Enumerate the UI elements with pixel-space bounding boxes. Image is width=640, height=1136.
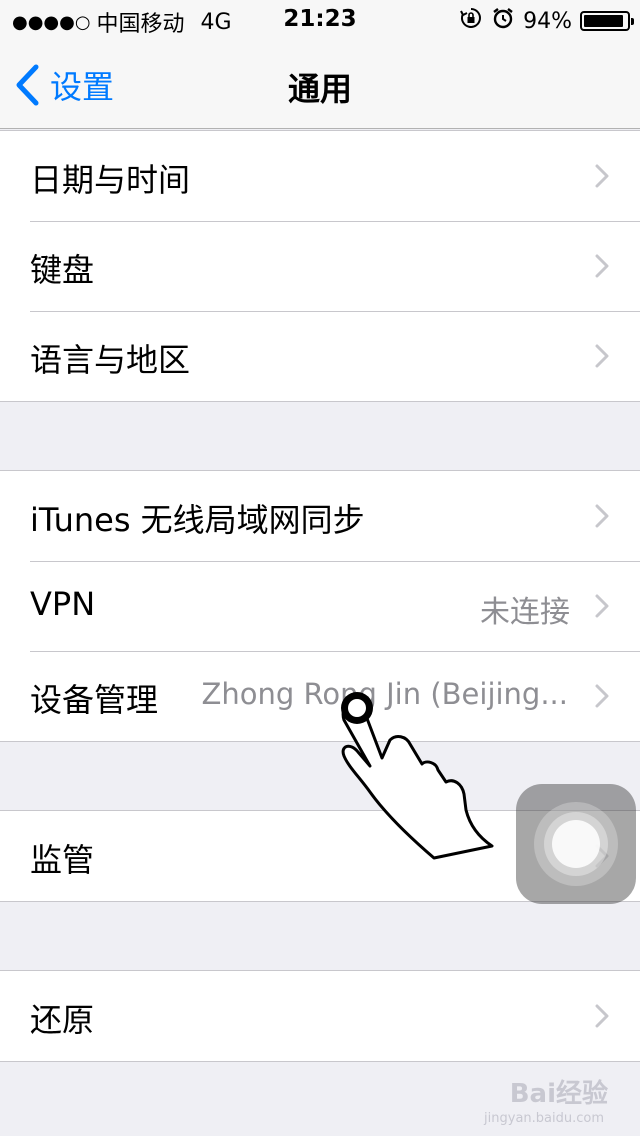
watermark-url: jingyan.baidu.com bbox=[484, 1111, 604, 1126]
row-keyboard[interactable]: 键盘 bbox=[0, 221, 640, 311]
battery-level-fill bbox=[584, 15, 624, 27]
chevron-right-icon bbox=[595, 594, 609, 618]
alarm-icon bbox=[491, 6, 515, 36]
hand-pointer-icon bbox=[330, 680, 500, 864]
navigation-bar: 设置 通用 bbox=[0, 40, 640, 129]
row-label: 设备管理 bbox=[30, 681, 159, 719]
row-label: 语言与地区 bbox=[30, 341, 191, 379]
chevron-right-icon bbox=[595, 254, 609, 278]
row-label: 日期与时间 bbox=[30, 161, 191, 199]
chevron-right-icon bbox=[595, 684, 609, 708]
assistive-touch-icon[interactable] bbox=[516, 784, 636, 904]
row-label: VPN bbox=[30, 585, 96, 623]
row-device-management[interactable]: 设备管理 Zhong Rong Jin (Beijing... bbox=[0, 651, 640, 741]
assistive-ring-inner bbox=[552, 820, 600, 868]
row-label: 监管 bbox=[30, 841, 95, 879]
chevron-right-icon bbox=[595, 504, 609, 528]
row-date-time[interactable]: 日期与时间 bbox=[0, 131, 640, 221]
row-language-region[interactable]: 语言与地区 bbox=[0, 311, 640, 401]
row-vpn[interactable]: VPN 未连接 bbox=[0, 561, 640, 651]
status-bar: ●●●●○ 中国移动 4G 21:23 94% bbox=[0, 0, 640, 40]
battery-icon bbox=[580, 11, 634, 31]
settings-group-1: 日期与时间 键盘 语言与地区 bbox=[0, 130, 640, 402]
row-itunes-wifi-sync[interactable]: iTunes 无线局域网同步 bbox=[0, 471, 640, 561]
settings-group-2: iTunes 无线局域网同步 VPN 未连接 设备管理 Zhong Rong J… bbox=[0, 470, 640, 742]
row-label: 键盘 bbox=[30, 251, 95, 289]
row-label: iTunes 无线局域网同步 bbox=[30, 501, 365, 539]
row-value: 未连接 bbox=[480, 595, 570, 630]
chevron-right-icon bbox=[595, 344, 609, 368]
chevron-right-icon bbox=[595, 164, 609, 188]
watermark: Bai经验 bbox=[509, 1079, 608, 1109]
row-reset[interactable]: 还原 bbox=[0, 971, 640, 1061]
row-label: 还原 bbox=[30, 1001, 95, 1039]
lock-rotation-icon bbox=[459, 6, 483, 36]
battery-percent: 94% bbox=[523, 8, 572, 34]
status-right: 94% bbox=[459, 6, 634, 36]
page-title: 通用 bbox=[287, 70, 352, 108]
settings-group-4: 还原 bbox=[0, 970, 640, 1062]
chevron-right-icon bbox=[595, 1004, 609, 1028]
